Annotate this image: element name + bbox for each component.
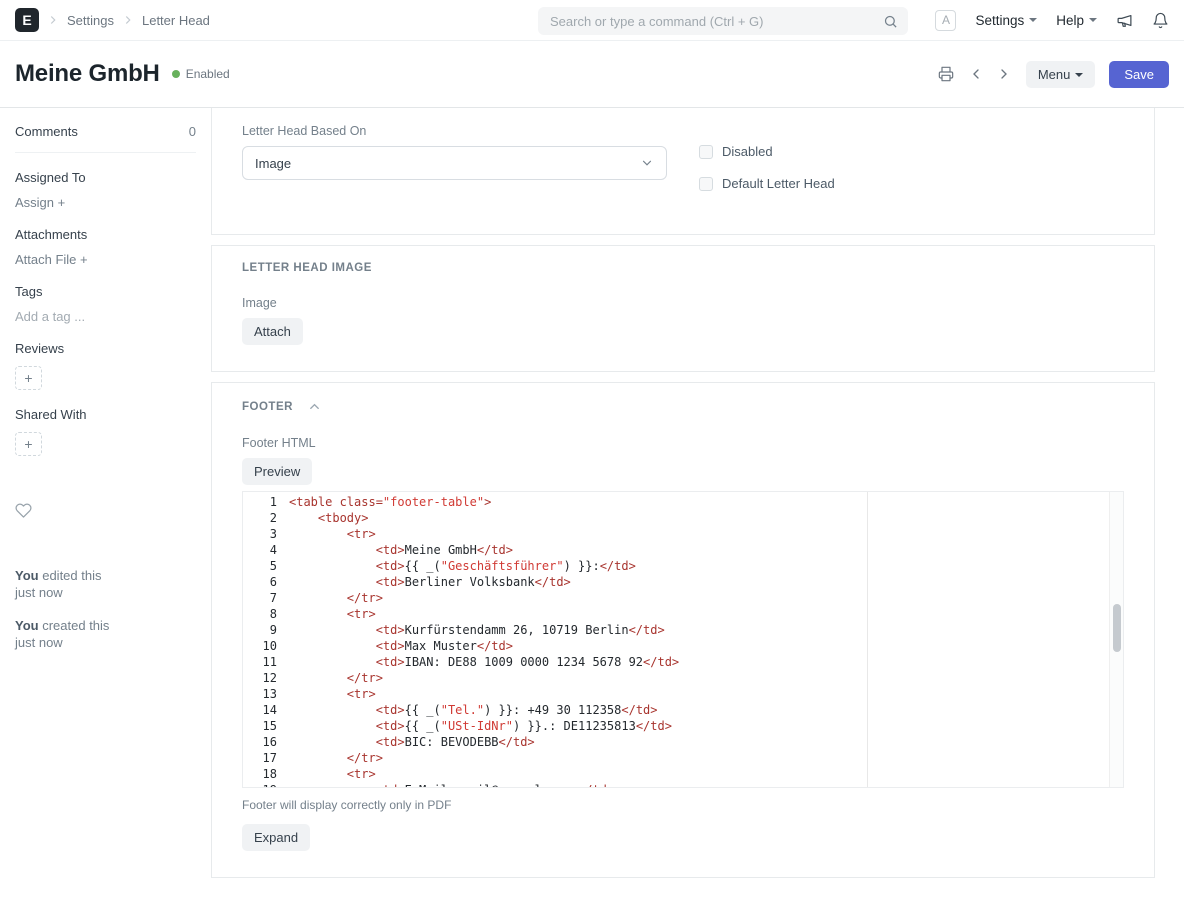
app-logo[interactable]: E [15,8,39,32]
announcements-icon[interactable] [1116,12,1133,29]
select-value: Image [255,155,292,171]
save-button[interactable]: Save [1109,60,1169,88]
sidebar: Comments 0 Assigned To Assign + Attachme… [0,108,211,667]
prev-document-icon[interactable] [968,66,984,82]
comments-label: Comments [15,124,78,139]
assign-label: Assign [15,195,55,210]
activity-entry: You created this just now [15,617,196,651]
sidebar-item-comments[interactable]: Comments 0 [15,124,196,153]
editor-code-lines: <table class="footer-table"> <tbody> <tr… [289,495,680,787]
add-review-button[interactable]: + [15,366,42,390]
activity-entry: You edited this just now [15,567,196,601]
assigned-to-label: Assigned To [15,170,86,185]
breadcrumb-chevron-icon [121,13,135,27]
breadcrumb-chevron-icon [46,13,60,27]
disabled-checkbox-label: Disabled [722,144,773,159]
settings-dropdown[interactable]: Settings [975,12,1038,28]
section-footer: FOOTER Footer HTML Preview 1 2 3 4 5 6 7 8 9 10 11… [211,382,1155,878]
search-input[interactable] [548,12,883,30]
search-icon [883,14,898,29]
activity-user: You [15,618,39,633]
sidebar-section-attachments: Attachments Attach File + [15,227,196,267]
attachments-label: Attachments [15,227,88,242]
global-search [538,7,908,35]
comments-count: 0 [188,124,196,139]
section-letter-head-image: LETTER HEAD IMAGE Image Attach [211,245,1155,372]
preview-button[interactable]: Preview [242,458,313,485]
settings-dropdown-label: Settings [975,12,1025,28]
shared-with-label: Shared With [15,407,87,422]
activity-time: just now [15,635,63,650]
tags-label: Tags [15,284,43,299]
image-field-label: Image [242,296,277,310]
editor-code-area[interactable]: <table class="footer-table"> <tbody> <tr… [289,492,1123,787]
breadcrumb-settings[interactable]: Settings [67,13,114,28]
add-share-button[interactable]: + [15,432,42,456]
like-heart-icon[interactable] [15,502,33,519]
menu-button-label: Menu [1037,66,1071,82]
collapse-section-icon[interactable] [307,399,322,414]
editor-scrollbar-thumb[interactable] [1113,604,1121,652]
reviews-label: Reviews [15,341,65,356]
letter-head-based-on-label: Letter Head Based On [242,124,367,138]
add-tag-input[interactable]: Add a tag ... [15,309,196,324]
disabled-checkbox-row[interactable]: Disabled [699,144,1124,159]
notifications-bell-icon[interactable] [1152,12,1169,29]
activity-action: edited this [42,568,102,583]
chevron-down-icon [1089,18,1097,22]
chevron-down-icon [640,156,654,170]
page-title: Meine GmbH [15,60,160,87]
sidebar-section-assigned-to: Assigned To Assign + [15,170,196,210]
attach-file-button[interactable]: Attach File + [15,252,196,267]
letter-head-image-section-title: LETTER HEAD IMAGE [242,262,372,274]
section-basics: Letter Head Based On Image Disabled Defa… [211,108,1155,235]
status-label: Enabled [185,67,230,81]
activity-log: You edited this just now You created thi… [15,567,196,651]
avatar[interactable]: A [935,9,957,31]
print-icon[interactable] [938,66,954,82]
default-letter-head-checkbox-row[interactable]: Default Letter Head [699,176,1124,191]
breadcrumb-letter-head[interactable]: Letter Head [142,13,210,28]
default-letter-head-checkbox[interactable] [699,176,713,191]
form-area: Letter Head Based On Image Disabled Defa… [211,108,1184,908]
sidebar-section-reviews: Reviews + [15,341,196,390]
attach-image-button[interactable]: Attach [242,318,303,345]
help-dropdown[interactable]: Help [1056,13,1097,28]
sidebar-section-tags: Tags Add a tag ... [15,284,196,324]
activity-time: just now [15,585,63,600]
footer-html-label: Footer HTML [242,436,316,450]
editor-scrollbar[interactable] [1109,492,1123,787]
footer-html-editor[interactable]: 12345678910111213141516171819 <table cla… [242,491,1124,788]
default-letter-head-checkbox-label: Default Letter Head [722,176,835,191]
help-dropdown-label: Help [1056,12,1084,28]
menu-button[interactable]: Menu [1025,60,1096,88]
chevron-down-icon [1029,18,1038,22]
expand-button[interactable]: Expand [242,824,311,851]
footer-pdf-note: Footer will display correctly only in PD… [242,798,452,812]
disabled-checkbox[interactable] [699,144,713,159]
footer-section-title: FOOTER [242,400,293,413]
sidebar-section-shared-with: Shared With + [15,407,196,456]
editor-gutter: 12345678910111213141516171819 [262,495,277,787]
page-header: Meine GmbH Enabled Menu Save [0,41,1184,108]
attach-file-label: Attach File [15,252,77,267]
status-dot [171,70,180,78]
activity-action: created this [42,618,110,633]
assign-button[interactable]: Assign + [15,195,196,210]
letter-head-based-on-select[interactable]: Image [242,146,667,180]
next-document-icon[interactable] [996,66,1012,82]
activity-user: You [15,568,39,583]
navbar: E Settings Letter Head A Settings Help [0,0,1184,41]
status-badge: Enabled [171,67,230,81]
chevron-down-icon [1075,73,1084,78]
